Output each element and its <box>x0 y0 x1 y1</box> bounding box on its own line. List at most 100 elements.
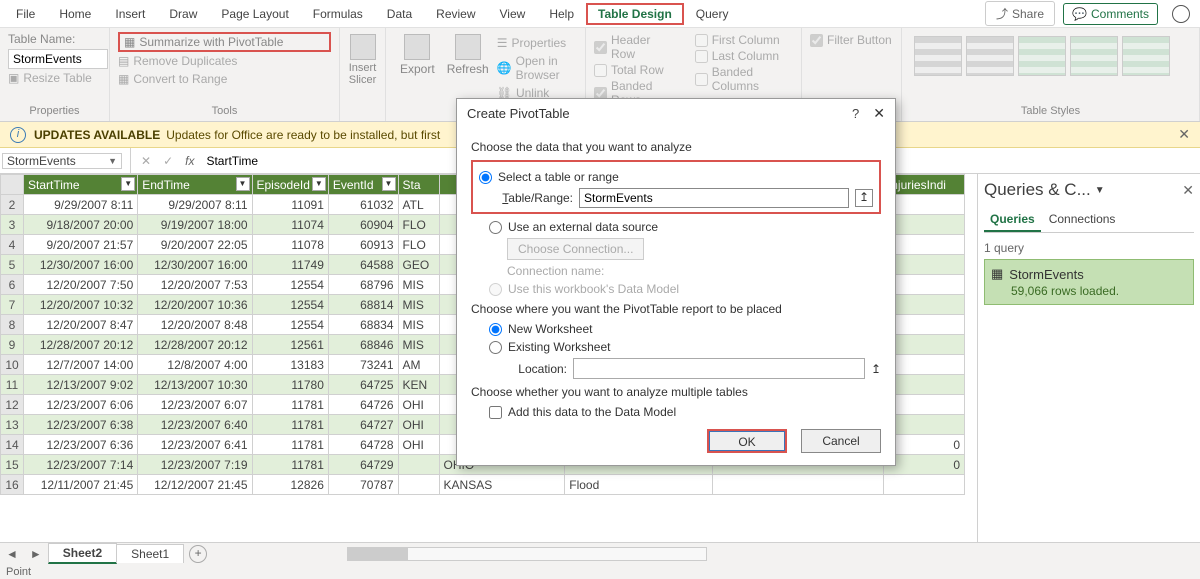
feedback-smiley-icon[interactable] <box>1172 5 1190 23</box>
sheet-tab-sheet2[interactable]: Sheet2 <box>48 543 117 564</box>
style-thumb[interactable] <box>914 36 962 76</box>
location-picker-button[interactable]: ↥ <box>871 362 881 376</box>
dialog-title: Create PivotTable <box>467 106 570 121</box>
open-browser-button[interactable]: 🌐Open in Browser <box>497 52 575 84</box>
browser-icon: 🌐 <box>497 61 512 75</box>
tab-file[interactable]: File <box>4 3 47 25</box>
insert-slicer-button[interactable]: Insert Slicer <box>343 32 383 88</box>
range-picker-button[interactable]: ↥ <box>855 189 873 207</box>
col-header: StartTime▼ <box>24 175 138 195</box>
table-name-label: Table Name: <box>8 32 101 46</box>
resize-icon: ▣ <box>8 71 19 85</box>
refresh-icon <box>455 34 481 60</box>
updates-text: Updates for Office are ready to be insta… <box>166 128 440 142</box>
table-styles-gallery[interactable] <box>910 32 1191 80</box>
sheet-nav-prev[interactable]: ◄ <box>0 547 24 561</box>
tab-view[interactable]: View <box>488 3 538 25</box>
ribbon-tab-strip: File Home Insert Draw Page Layout Formul… <box>0 0 1200 28</box>
convert-icon: ▦ <box>118 72 129 86</box>
style-thumb[interactable] <box>966 36 1014 76</box>
header-row-check[interactable] <box>594 41 607 54</box>
chevron-down-icon[interactable]: ▼ <box>1095 185 1105 196</box>
export-button[interactable]: Export <box>394 32 441 104</box>
col-header: EndTime▼ <box>138 175 252 195</box>
filter-dropdown-icon[interactable]: ▼ <box>236 177 250 191</box>
comments-button[interactable]: 💬Comments <box>1063 3 1158 25</box>
tab-insert[interactable]: Insert <box>103 3 157 25</box>
tab-query[interactable]: Query <box>684 3 741 25</box>
choose-data-label: Choose the data that you want to analyze <box>471 140 881 154</box>
existing-worksheet-radio[interactable] <box>489 341 502 354</box>
chevron-down-icon[interactable]: ▼ <box>108 156 117 166</box>
horizontal-scrollbar[interactable] <box>347 547 707 561</box>
use-data-model-radio <box>489 283 502 296</box>
style-thumb[interactable] <box>1018 36 1066 76</box>
location-input[interactable] <box>573 358 865 379</box>
style-thumb[interactable] <box>1122 36 1170 76</box>
table-range-input[interactable] <box>579 188 849 208</box>
comment-icon: 💬 <box>1072 7 1087 21</box>
last-col-check[interactable] <box>695 50 708 63</box>
convert-range-button[interactable]: ▦Convert to Range <box>118 70 331 88</box>
remove-duplicates-button[interactable]: ▤Remove Duplicates <box>118 52 331 70</box>
cancel-button[interactable]: Cancel <box>801 429 881 453</box>
total-row-check[interactable] <box>594 64 607 77</box>
info-icon: i <box>10 127 26 143</box>
create-pivottable-dialog: Create PivotTable ? ✕ Choose the data th… <box>456 98 896 466</box>
select-range-radio[interactable] <box>479 171 492 184</box>
query-item[interactable]: ▦StormEvents 59,066 rows loaded. <box>984 259 1194 305</box>
tab-draw[interactable]: Draw <box>157 3 209 25</box>
close-pane-button[interactable]: ✕ <box>1182 182 1194 199</box>
dialog-close-button[interactable]: ✕ <box>873 105 885 122</box>
col-header: Sta <box>398 175 439 195</box>
query-count: 1 query <box>984 241 1194 255</box>
props-icon: ☰ <box>497 36 508 50</box>
enter-formula-button[interactable]: ✓ <box>157 154 179 168</box>
cancel-formula-button[interactable]: ✕ <box>135 154 157 168</box>
updates-close-button[interactable]: ✕ <box>1178 126 1190 143</box>
style-thumb[interactable] <box>1070 36 1118 76</box>
col-header: EventId▼ <box>328 175 398 195</box>
tab-table-design[interactable]: Table Design <box>586 3 684 25</box>
add-data-model-check[interactable] <box>489 406 502 419</box>
share-button[interactable]: ⤴Share <box>985 1 1055 26</box>
ok-button[interactable]: OK <box>707 429 787 453</box>
tab-help[interactable]: Help <box>537 3 586 25</box>
new-worksheet-radio[interactable] <box>489 323 502 336</box>
name-box[interactable]: StormEvents▼ <box>2 153 122 169</box>
filter-button-check[interactable] <box>810 34 823 47</box>
banded-cols-check[interactable] <box>695 73 708 86</box>
summarize-pivottable-button[interactable]: ▦Summarize with PivotTable <box>118 32 331 52</box>
sheet-tabs-bar: ◄ ► Sheet2 Sheet1 + <box>0 542 1200 564</box>
resize-table-button[interactable]: ▣Resize Table <box>8 69 101 87</box>
dedup-icon: ▤ <box>118 54 129 68</box>
updates-title: UPDATES AVAILABLE <box>34 128 160 142</box>
tab-review[interactable]: Review <box>424 3 487 25</box>
sheet-tab-sheet1[interactable]: Sheet1 <box>116 544 184 563</box>
tab-page-layout[interactable]: Page Layout <box>209 3 300 25</box>
col-header: EpisodeId▼ <box>252 175 328 195</box>
refresh-button[interactable]: Refresh <box>441 32 495 104</box>
external-source-radio[interactable] <box>489 221 502 234</box>
table-name-input[interactable] <box>8 49 108 69</box>
filter-dropdown-icon[interactable]: ▼ <box>312 177 326 191</box>
sheet-nav-next[interactable]: ► <box>24 547 48 561</box>
table-row[interactable]: 16 12/11/2007 21:45 12/12/2007 21:45 128… <box>1 475 965 495</box>
ext-properties-button[interactable]: ☰Properties <box>497 34 575 52</box>
tab-formulas[interactable]: Formulas <box>301 3 375 25</box>
table-range-label: Table/Range: <box>497 191 573 205</box>
fx-icon[interactable]: fx <box>179 154 200 168</box>
connections-tab[interactable]: Connections <box>1043 208 1122 232</box>
tab-home[interactable]: Home <box>47 3 103 25</box>
status-bar: Point <box>0 564 1200 579</box>
dialog-help-button[interactable]: ? <box>852 106 859 121</box>
tab-data[interactable]: Data <box>375 3 424 25</box>
first-col-check[interactable] <box>695 34 708 47</box>
add-sheet-button[interactable]: + <box>189 545 207 563</box>
filter-dropdown-icon[interactable]: ▼ <box>121 177 135 191</box>
filter-dropdown-icon[interactable]: ▼ <box>382 177 396 191</box>
queries-title: Queries & C... <box>984 180 1091 200</box>
choose-connection-button: Choose Connection... <box>507 238 644 260</box>
queries-tab[interactable]: Queries <box>984 208 1041 232</box>
query-status: 59,066 rows loaded. <box>1011 284 1187 298</box>
